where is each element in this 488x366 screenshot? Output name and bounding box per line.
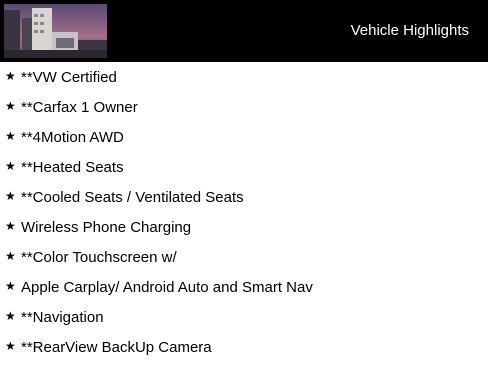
highlight-label: **4Motion AWD: [21, 129, 124, 146]
list-item: ★ **Cooled Seats / Ventilated Seats: [0, 183, 488, 213]
list-item: ★ **Heated Seats: [0, 153, 488, 183]
list-item: ★ **4Motion AWD: [0, 123, 488, 153]
star-icon: ★: [5, 219, 16, 233]
highlights-list: ★ **VW Certified ★ **Carfax 1 Owner ★ **…: [0, 63, 488, 363]
star-icon: ★: [5, 309, 16, 323]
highlight-label: Apple Carplay/ Android Auto and Smart Na…: [21, 279, 313, 296]
header-bar: Vehicle Highlights: [0, 0, 488, 62]
star-icon: ★: [5, 279, 16, 293]
list-item: ★ **VW Certified: [0, 63, 488, 93]
dealership-photo: [4, 4, 107, 58]
star-icon: ★: [5, 69, 16, 83]
highlight-label: **Navigation: [21, 309, 104, 326]
star-icon: ★: [5, 99, 16, 113]
highlight-label: **Color Touchscreen w/: [21, 249, 177, 266]
star-icon: ★: [5, 339, 16, 353]
highlight-label: **RearView BackUp Camera: [21, 339, 212, 356]
list-item: ★ **Carfax 1 Owner: [0, 93, 488, 123]
list-item: ★ **Color Touchscreen w/: [0, 243, 488, 273]
star-icon: ★: [5, 129, 16, 143]
highlight-label: **Cooled Seats / Ventilated Seats: [21, 189, 244, 206]
highlight-label: Wireless Phone Charging: [21, 219, 192, 236]
star-icon: ★: [5, 159, 16, 173]
list-item: ★ Wireless Phone Charging: [0, 213, 488, 243]
page-title: Vehicle Highlights: [350, 22, 469, 39]
highlight-label: **Heated Seats: [21, 159, 124, 176]
star-icon: ★: [5, 249, 16, 263]
highlight-label: **VW Certified: [21, 69, 117, 86]
list-item: ★ Apple Carplay/ Android Auto and Smart …: [0, 273, 488, 303]
list-item: ★ **Navigation: [0, 303, 488, 333]
star-icon: ★: [5, 189, 16, 203]
highlight-label: **Carfax 1 Owner: [21, 99, 138, 116]
list-item: ★ **RearView BackUp Camera: [0, 333, 488, 363]
